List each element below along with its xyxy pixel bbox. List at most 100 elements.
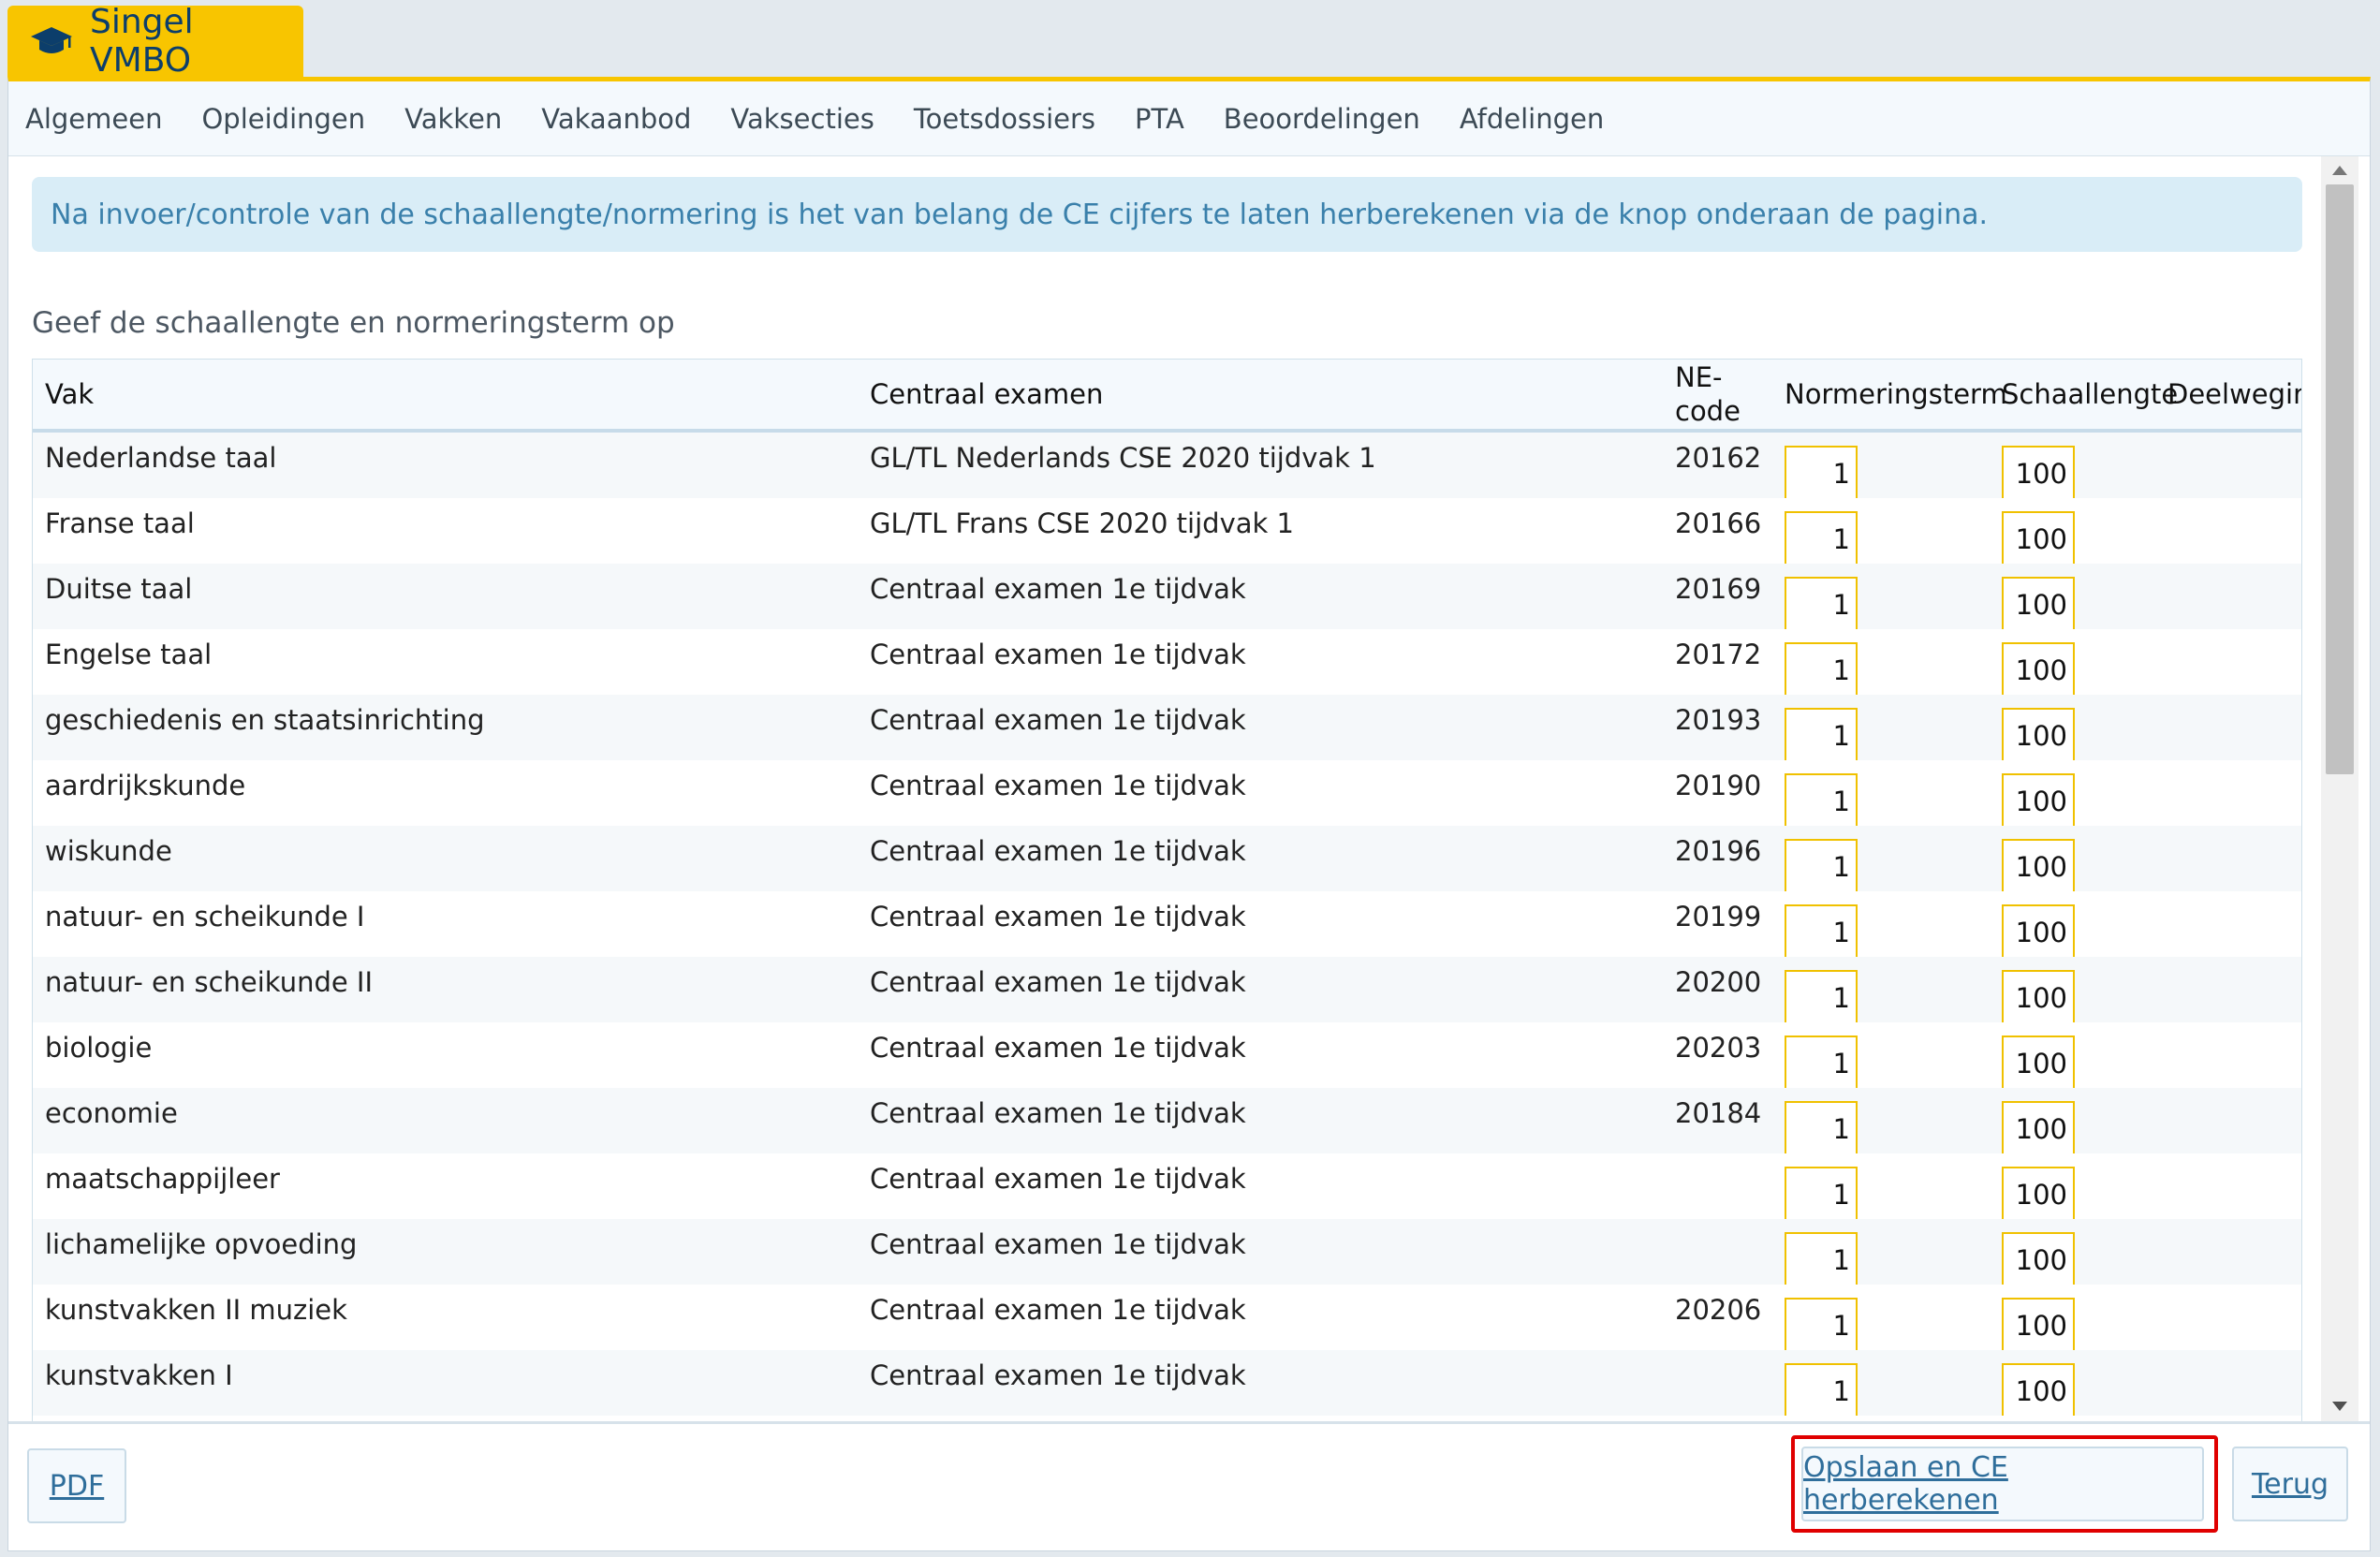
schaallengte-input[interactable]: 100 — [2002, 642, 2075, 698]
normeringsterm-input[interactable]: 1 — [1785, 1167, 1858, 1223]
normeringsterm-input[interactable]: 1 — [1785, 970, 1858, 1026]
cell-vak: kunstvakken II muziek — [45, 1294, 347, 1326]
footer-bar: PDF Opslaan en CE herberekenen Terug — [8, 1421, 2370, 1550]
cell-ne-code: 20166 — [1675, 507, 1762, 539]
normeringsterm-input[interactable]: 1 — [1785, 642, 1858, 698]
app-tab[interactable]: Singel VMBO — [7, 3, 303, 80]
scroll-up-arrow-icon[interactable] — [2332, 166, 2347, 175]
nav-item-opleidingen[interactable]: Opleidingen — [201, 103, 365, 135]
cell-centraal-examen: Centraal examen 1e tijdvak — [870, 1294, 1246, 1326]
cell-vak: economie — [45, 1097, 178, 1129]
cell-ne-code: 20172 — [1675, 639, 1762, 670]
cell-vak: geschiedenis en staatsinrichting — [45, 704, 485, 736]
schaallengte-input[interactable]: 100 — [2002, 1036, 2075, 1092]
header-normeringsterm: Normeringsterm — [1785, 378, 2007, 410]
normeringsterm-input[interactable]: 1 — [1785, 773, 1858, 830]
nav-item-vakaanbod[interactable]: Vakaanbod — [541, 103, 691, 135]
schaallengte-input[interactable]: 100 — [2002, 904, 2075, 961]
nav-item-pta[interactable]: PTA — [1135, 103, 1184, 135]
header-schaallengte: Schaallengte — [2002, 378, 2179, 410]
cell-ne-code: 20203 — [1675, 1032, 1762, 1064]
header-deelweging: Deelweging — [2167, 378, 2301, 410]
table-row: natuur- en scheikunde II Centraal examen … — [33, 957, 2301, 1026]
cell-vak: Nederlandse taal — [45, 442, 277, 474]
table-row: wiskunde Centraal examen 1e tijdvak 20196 1… — [33, 826, 2301, 895]
schaallengte-input[interactable]: 100 — [2002, 1101, 2075, 1157]
schaallengte-input[interactable]: 100 — [2002, 1167, 2075, 1223]
cell-centraal-examen: Centraal examen 1e tijdvak — [870, 639, 1246, 670]
normeringsterm-input[interactable]: 1 — [1785, 511, 1858, 567]
nav-bar: Algemeen Opleidingen Vakken Vakaanbod Va… — [8, 81, 2370, 156]
cell-ne-code: 20184 — [1675, 1097, 1762, 1129]
schaallengte-input[interactable]: 100 — [2002, 511, 2075, 567]
normeringsterm-input[interactable]: 1 — [1785, 1101, 1858, 1157]
scroll-down-arrow-icon[interactable] — [2332, 1402, 2347, 1411]
schaallengte-input[interactable]: 100 — [2002, 577, 2075, 633]
table-row: Franse taal GL/TL Frans CSE 2020 tijdvak … — [33, 498, 2301, 567]
cell-centraal-examen: Centraal examen 1e tijdvak — [870, 1032, 1246, 1064]
nav-item-toetsdossiers[interactable]: Toetsdossiers — [914, 103, 1095, 135]
graduation-cap-icon — [30, 22, 73, 60]
cell-centraal-examen: Centraal examen 1e tijdvak — [870, 901, 1246, 933]
cell-vak: wiskunde — [45, 835, 172, 867]
schaallengte-input[interactable]: 100 — [2002, 708, 2075, 764]
back-button[interactable]: Terug — [2232, 1447, 2348, 1521]
normeringsterm-input[interactable]: 1 — [1785, 839, 1858, 895]
nav-item-vaksecties[interactable]: Vaksecties — [730, 103, 874, 135]
table-row: biologie Centraal examen 1e tijdvak 20203 1… — [33, 1022, 2301, 1092]
cell-ne-code: 20206 — [1675, 1294, 1762, 1326]
cell-centraal-examen: GL/TL Nederlands CSE 2020 tijdvak 1 — [870, 442, 1376, 474]
schaallengte-input[interactable]: 100 — [2002, 773, 2075, 830]
cell-vak: Franse taal — [45, 507, 195, 539]
normeringsterm-input[interactable]: 1 — [1785, 1298, 1858, 1354]
nav-item-vakken[interactable]: Vakken — [404, 103, 502, 135]
normeringsterm-input[interactable]: 1 — [1785, 1232, 1858, 1288]
normeringsterm-input[interactable]: 1 — [1785, 577, 1858, 633]
schaallengte-input[interactable]: 100 — [2002, 446, 2075, 502]
cell-ne-code: 20193 — [1675, 704, 1762, 736]
normeringsterm-input[interactable]: 1 — [1785, 446, 1858, 502]
cell-ne-code: 20190 — [1675, 770, 1762, 801]
table-row: Duitse taal Centraal examen 1e tijdvak 201… — [33, 564, 2301, 633]
cell-centraal-examen: Centraal examen 1e tijdvak — [870, 1163, 1246, 1195]
cell-vak: aardrijkskunde — [45, 770, 246, 801]
pdf-button[interactable]: PDF — [27, 1448, 126, 1523]
cell-centraal-examen: GL/TL Frans CSE 2020 tijdvak 1 — [870, 507, 1294, 539]
nav-item-beoordelingen[interactable]: Beoordelingen — [1224, 103, 1420, 135]
cell-ne-code: 20200 — [1675, 966, 1762, 998]
normeringsterm-input[interactable]: 1 — [1785, 708, 1858, 764]
schaallengte-input[interactable]: 100 — [2002, 970, 2075, 1026]
table-body: Nederlandse taal GL/TL Nederlands CSE 202… — [33, 433, 2301, 1422]
normeringsterm-input[interactable]: 1 — [1785, 1363, 1858, 1419]
cell-centraal-examen: Centraal examen 1e tijdvak — [870, 1228, 1246, 1260]
cell-vak: lichamelijke opvoeding — [45, 1228, 358, 1260]
vertical-scrollbar[interactable] — [2321, 156, 2358, 1422]
table-row: economie Centraal examen 1e tijdvak 20184 1… — [33, 1088, 2301, 1157]
save-recalculate-button[interactable]: Opslaan en CE herberekenen — [1801, 1447, 2204, 1521]
table-row: aardrijkskunde Centraal examen 1e tijdvak… — [33, 760, 2301, 830]
table-row: geschiedenis en staatsinrichting Centraal… — [33, 695, 2301, 764]
schaallengte-input[interactable]: 100 — [2002, 1298, 2075, 1354]
header-ne-code-line2: code — [1675, 395, 1741, 427]
cell-centraal-examen: Centraal examen 1e tijdvak — [870, 704, 1246, 736]
cell-vak: natuur- en scheikunde II — [45, 966, 374, 998]
cell-vak: Engelse taal — [45, 639, 213, 670]
table-row: kunstvakken II muziek Centraal examen 1e … — [33, 1285, 2301, 1354]
schaallengte-input[interactable]: 100 — [2002, 839, 2075, 895]
table-header: Vak Centraal examen NE- code Normeringst… — [33, 360, 2301, 433]
section-title: Geef de schaallengte en normeringsterm o… — [32, 306, 675, 340]
nav-item-afdelingen[interactable]: Afdelingen — [1460, 103, 1604, 135]
table-row: kunstvakken I Centraal examen 1e tijdvak 1… — [33, 1350, 2301, 1419]
main-window: Algemeen Opleidingen Vakken Vakaanbod Va… — [7, 77, 2371, 1551]
normeringsterm-input[interactable]: 1 — [1785, 1036, 1858, 1092]
cell-vak: Duitse taal — [45, 573, 193, 605]
cell-centraal-examen: Centraal examen 1e tijdvak — [870, 1359, 1246, 1391]
scrollbar-thumb[interactable] — [2326, 184, 2354, 774]
cell-ne-code: 20199 — [1675, 901, 1762, 933]
nav-item-algemeen[interactable]: Algemeen — [25, 103, 162, 135]
cell-centraal-examen: Centraal examen 1e tijdvak — [870, 966, 1246, 998]
cell-centraal-examen: Centraal examen 1e tijdvak — [870, 573, 1246, 605]
schaallengte-input[interactable]: 100 — [2002, 1232, 2075, 1288]
schaallengte-input[interactable]: 100 — [2002, 1363, 2075, 1419]
normeringsterm-input[interactable]: 1 — [1785, 904, 1858, 961]
